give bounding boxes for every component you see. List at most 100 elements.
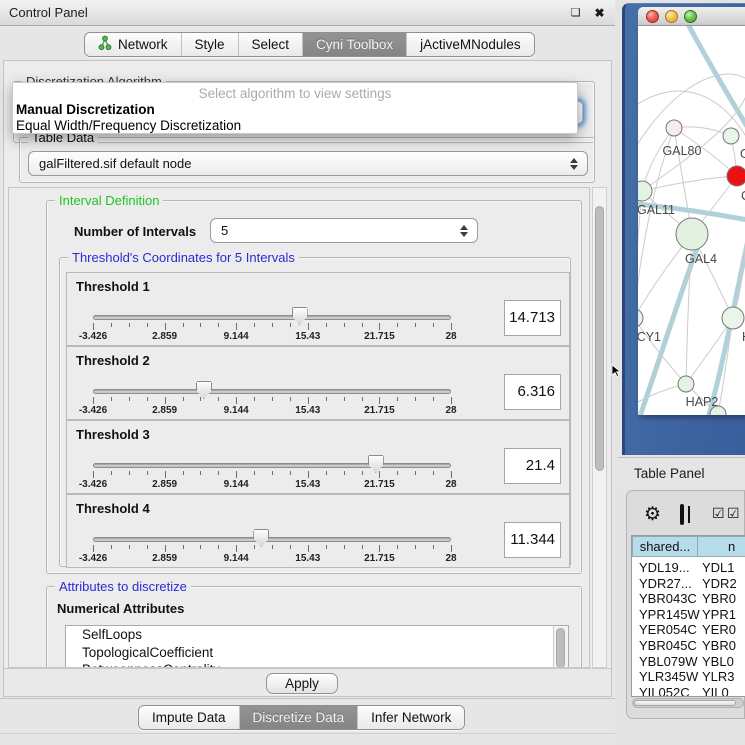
network-node-hap2[interactable]	[678, 376, 694, 392]
numerical-attributes-list[interactable]: SelfLoopsTopologicalCoefficientBetweenne…	[65, 625, 569, 668]
mac-zoom-icon[interactable]	[684, 10, 697, 23]
node-table[interactable]: shared... n YDL19...YDL1YDR27...YDR2YBR0…	[631, 535, 745, 697]
algorithm-option-manual-discretization[interactable]: Manual Discretization	[16, 102, 155, 117]
tick-major	[451, 397, 452, 404]
bottom-tab-strip: Impute DataDiscretize DataInfer Network	[0, 698, 615, 745]
tick-minor	[218, 545, 219, 549]
table-data-combobox[interactable]: galFiltered.sif default node	[28, 151, 588, 176]
mac-minimize-icon[interactable]	[665, 10, 678, 23]
cell-name: YER0	[702, 622, 736, 638]
table-row[interactable]: YBR043CYBR0	[632, 591, 745, 607]
tick-major	[93, 397, 94, 404]
apply-button[interactable]: Apply	[266, 673, 338, 694]
bottom-tabs: Impute DataDiscretize DataInfer Network	[138, 705, 465, 730]
cell-shared-name: YBR043C	[639, 591, 697, 607]
split-columns-icon[interactable]	[680, 504, 684, 525]
tick-major	[165, 397, 166, 404]
tick-major	[308, 471, 309, 478]
checkbox-checked-icon[interactable]: ☑	[727, 505, 740, 522]
network-node-h-node[interactable]	[722, 307, 744, 329]
threshold-slider-thumb[interactable]	[196, 381, 212, 399]
settings-scrollbar[interactable]	[592, 187, 607, 668]
tick-minor	[200, 471, 201, 475]
tick-minor	[129, 471, 130, 475]
threshold-label: Threshold 2	[76, 353, 150, 368]
tick-minor	[272, 323, 273, 327]
threshold-value-field[interactable]: 6.316	[504, 374, 561, 410]
tick-minor	[111, 397, 112, 401]
close-icon[interactable]: ✖	[592, 6, 607, 21]
tick-minor	[147, 397, 148, 401]
network-icon	[98, 35, 112, 54]
column-header-shared[interactable]: shared...	[632, 536, 698, 557]
threshold-slider-thumb[interactable]	[368, 455, 384, 473]
threshold-slider-track[interactable]	[93, 537, 451, 542]
table-row[interactable]: YPR145WYPR1	[632, 607, 745, 623]
attributes-list-scrollbar[interactable]	[553, 626, 568, 668]
tab-cyni-toolbox[interactable]: Cyni Toolbox	[302, 33, 406, 56]
network-node-label: GAL4	[685, 252, 717, 266]
gear-icon[interactable]: ⚙	[644, 503, 661, 526]
tick-minor	[254, 471, 255, 475]
tab-select[interactable]: Select	[238, 33, 303, 56]
attribute-item-topologicalcoefficient[interactable]: TopologicalCoefficient	[66, 644, 568, 662]
threshold-slider-thumb[interactable]	[253, 529, 269, 547]
mac-close-icon[interactable]	[646, 10, 659, 23]
algorithm-option-equal-width-frequency-discretization[interactable]: Equal Width/Frequency Discretization	[16, 118, 241, 133]
tick-major	[451, 471, 452, 478]
network-canvas[interactable]: GAL80G.CGAL11GAL4GCY1HHAP2	[638, 26, 745, 415]
table-row[interactable]: YDR27...YDR2	[632, 576, 745, 592]
apply-strip: Apply	[4, 668, 611, 696]
checkbox-checked-icon[interactable]: ☑	[712, 505, 725, 522]
table-row[interactable]: YDL19...YDL1	[632, 560, 745, 576]
cell-name: YBL0	[702, 654, 734, 670]
threshold-slider-thumb[interactable]	[292, 307, 308, 325]
tab-impute-data[interactable]: Impute Data	[139, 706, 239, 729]
tick-label: 2.859	[152, 479, 177, 490]
network-edge	[642, 176, 737, 191]
table-row[interactable]: YER054CYER0	[632, 622, 745, 638]
tick-minor	[362, 545, 363, 549]
tick-major	[451, 545, 452, 552]
tab-infer-network[interactable]: Infer Network	[357, 706, 464, 729]
tick-major	[451, 323, 452, 330]
network-node-g-top[interactable]	[723, 128, 739, 144]
column-header-name[interactable]: n	[697, 536, 745, 557]
number-of-intervals-label: Number of Intervals	[74, 224, 196, 239]
network-node-gcy1[interactable]	[638, 309, 643, 327]
tab-network[interactable]: Network	[85, 33, 181, 56]
tick-label: -3.426	[79, 331, 107, 342]
tick-minor	[433, 323, 434, 327]
table-panel-title: Table Panel	[634, 466, 705, 481]
float-window-icon[interactable]: ❏	[568, 6, 583, 21]
threshold-value-field[interactable]: 11.344	[504, 522, 561, 558]
tab-jactivemnodules[interactable]: jActiveMNodules	[406, 33, 534, 56]
network-node-gal80[interactable]	[666, 120, 682, 136]
table-row[interactable]: YBR045CYBR0	[632, 638, 745, 654]
network-node-red-node[interactable]	[727, 166, 745, 186]
tick-label: 21.715	[364, 405, 395, 416]
tab-style[interactable]: Style	[181, 33, 238, 56]
threshold-slider-track[interactable]	[93, 389, 451, 394]
tick-major	[236, 545, 237, 552]
threshold-slider-track[interactable]	[93, 463, 451, 468]
network-node-gal4[interactable]	[676, 218, 708, 250]
attribute-item-selfloops[interactable]: SelfLoops	[66, 626, 568, 644]
table-row[interactable]: YBL079WYBL0	[632, 654, 745, 670]
table-row[interactable]: YLR345WYLR3	[632, 669, 745, 685]
attribute-item-betweennesscentrality[interactable]: BetweennessCentrality	[66, 661, 568, 668]
table-horizontal-scrollbar[interactable]	[632, 698, 744, 708]
tab-discretize-data[interactable]: Discretize Data	[239, 706, 358, 729]
number-of-intervals-combobox[interactable]: 5	[210, 218, 478, 243]
threshold-value-field[interactable]: 21.4	[504, 448, 561, 484]
tick-label: -3.426	[79, 553, 107, 564]
threshold-slider-track[interactable]	[93, 315, 451, 320]
tick-minor	[290, 471, 291, 475]
tick-minor	[111, 545, 112, 549]
threshold-value-field[interactable]: 14.713	[504, 300, 561, 336]
tick-minor	[433, 397, 434, 401]
table-row[interactable]: YIL052CYIL0	[632, 685, 745, 697]
settings-scroll-viewport: Interval Definition Number of Intervals …	[8, 187, 590, 668]
network-window-titlebar	[638, 7, 745, 26]
thresholds-group-title: Threshold's Coordinates for 5 Intervals	[68, 250, 299, 265]
